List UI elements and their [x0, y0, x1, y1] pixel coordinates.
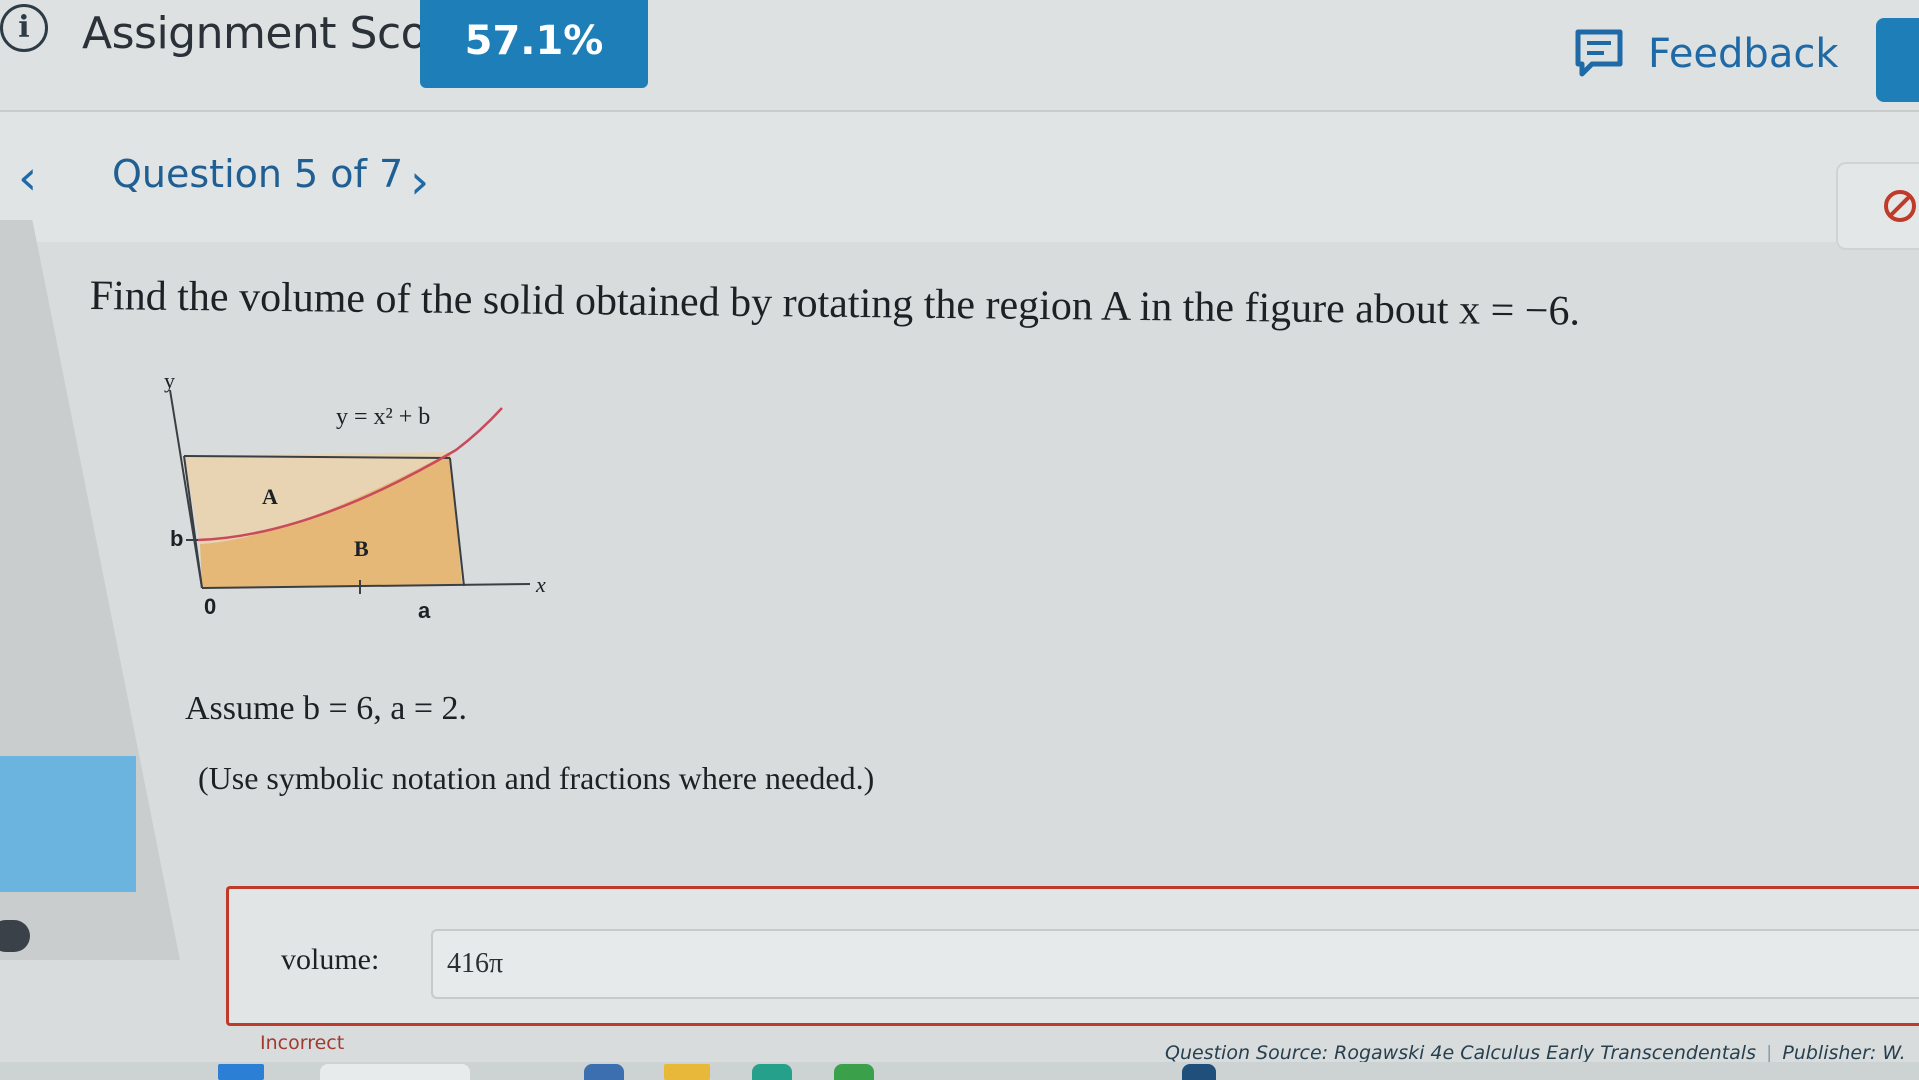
- volume-label: volume:: [281, 943, 380, 976]
- question-content: Find the volume of the solid obtained by…: [40, 242, 1919, 1054]
- taskbar-folder-icon[interactable]: [664, 1064, 710, 1080]
- notation-note: (Use symbolic notation and fractions whe…: [198, 760, 875, 796]
- question-title[interactable]: Question 5 of 7: [112, 152, 403, 196]
- region-figure: y y = x² + b A B b 0 a x: [164, 368, 546, 623]
- question-source: Question Source: Rogawski 4e Calculus Ea…: [1165, 1042, 1906, 1064]
- taskbar-browser-icon[interactable]: [752, 1064, 792, 1080]
- axis-x-label: x: [535, 572, 546, 597]
- source-text: Question Source: Rogawski 4e Calculus Ea…: [1165, 1042, 1756, 1064]
- axis-y-label: y: [164, 368, 175, 393]
- region-b-label: B: [354, 536, 369, 561]
- a-label: a: [418, 598, 431, 623]
- previous-question-button[interactable]: ‹: [18, 150, 37, 206]
- no-entry-icon: [1884, 190, 1916, 222]
- b-label: b: [170, 526, 183, 551]
- publisher-text: Publisher: W.: [1782, 1042, 1906, 1064]
- answer-box: volume: 416π: [226, 886, 1919, 1026]
- answer-status: Incorrect: [260, 1032, 345, 1054]
- assumption-text: Assume b = 6, a = 2.: [185, 690, 467, 727]
- origin-label: 0: [204, 594, 216, 619]
- score-badge: 57.1%: [420, 0, 648, 88]
- question-prompt: Find the volume of the solid obtained by…: [89, 272, 1581, 335]
- info-icon[interactable]: i: [0, 4, 48, 52]
- give-up-tab[interactable]: [1836, 162, 1919, 250]
- os-taskbar: [0, 1062, 1919, 1080]
- footer-divider: |: [1765, 1042, 1773, 1064]
- assignment-header: i Assignment Score: 57.1% Feedback: [0, 0, 1919, 112]
- feedback-label: Feedback: [1648, 31, 1839, 77]
- region-a-label: A: [262, 484, 278, 509]
- taskbar-app-icon[interactable]: [584, 1064, 624, 1080]
- taskbar-app2-icon[interactable]: [834, 1064, 874, 1080]
- equation-label: y = x² + b: [336, 404, 430, 430]
- feedback-button[interactable]: Feedback: [1574, 24, 1839, 84]
- windows-start-icon[interactable]: [218, 1064, 264, 1080]
- top-right-button[interactable]: [1876, 18, 1919, 102]
- feedback-icon: [1575, 29, 1623, 77]
- next-question-button[interactable]: ›: [410, 154, 429, 210]
- volume-input[interactable]: 416π: [431, 929, 1919, 999]
- taskbar-app3-icon[interactable]: [1182, 1064, 1216, 1080]
- taskbar-search-icon[interactable]: [320, 1064, 470, 1080]
- question-nav: ‹ Question 5 of 7 ›: [0, 112, 1919, 250]
